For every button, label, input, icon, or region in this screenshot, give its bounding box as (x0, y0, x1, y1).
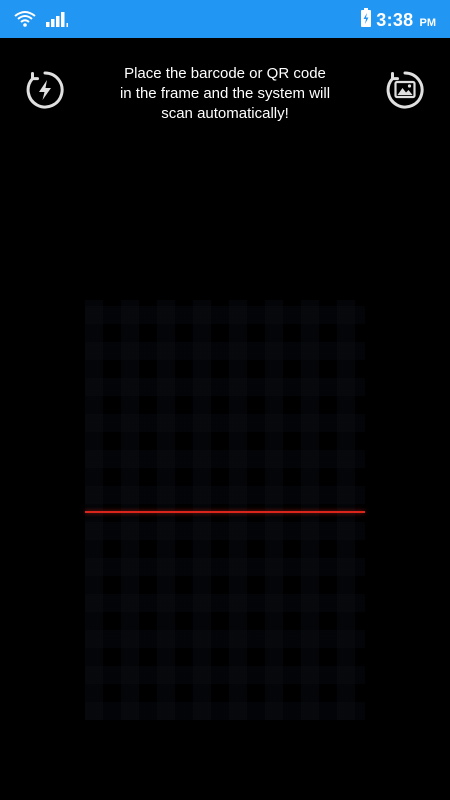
status-right: 3:38 PM (360, 8, 436, 33)
flash-icon (25, 70, 65, 115)
gallery-icon (385, 70, 425, 115)
wifi-icon (14, 10, 36, 33)
scanner-screen: 3:38 PM Place the barcode or QR code in … (0, 0, 450, 800)
scan-instruction-text: Place the barcode or QR code in the fram… (119, 65, 331, 122)
status-left-icons (14, 10, 70, 33)
status-bar: 3:38 PM (0, 0, 450, 38)
status-time: 3:38 (376, 10, 414, 30)
battery-charging-icon (360, 8, 372, 33)
signal-icon (46, 10, 70, 33)
status-ampm: PM (419, 16, 437, 29)
scan-frame (85, 300, 365, 720)
gallery-button[interactable] (385, 70, 425, 115)
scan-line (85, 511, 365, 513)
flash-toggle-button[interactable] (25, 70, 65, 115)
